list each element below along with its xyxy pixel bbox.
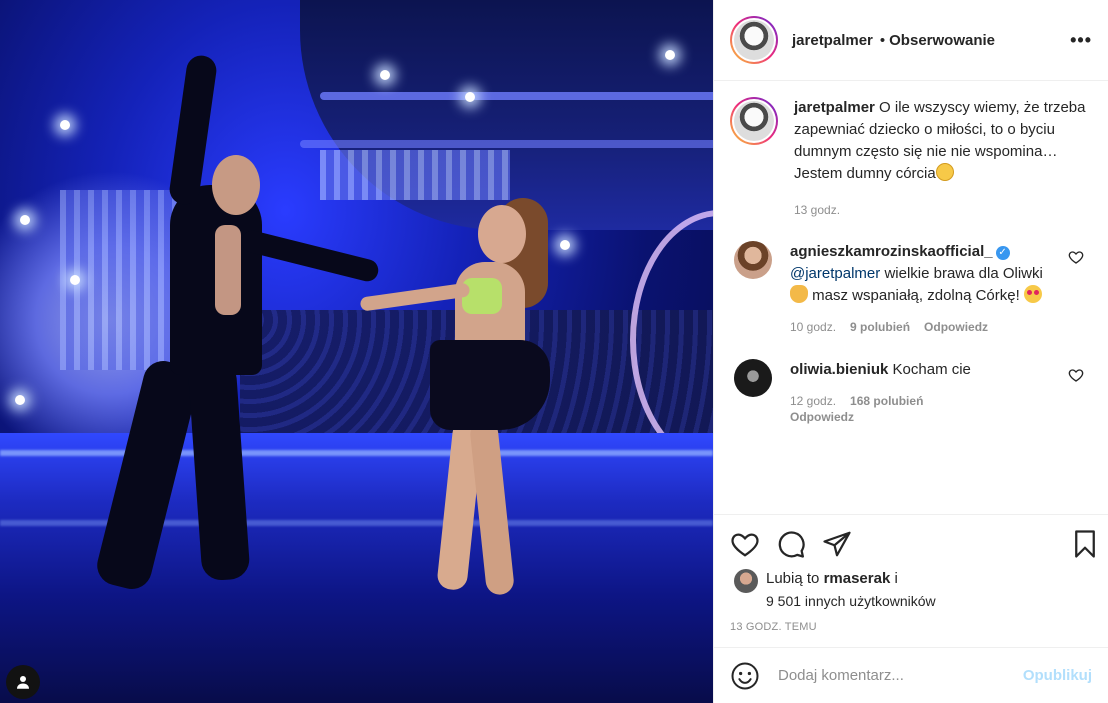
caption-text: jaretpalmer O ile wszyscy wiemy, że trze…	[794, 97, 1092, 185]
stage-light	[380, 70, 390, 80]
post-side-panel: jaretpalmer • Obserwowanie ••• jaretpalm…	[713, 0, 1108, 703]
stage-light	[20, 215, 30, 225]
dancer-man	[212, 155, 260, 215]
comment-body: oliwia.bieniuk Kocham cie 12 godz. 168 p…	[790, 359, 1060, 425]
likes-line: Lubią to rmaserak i	[766, 568, 898, 590]
comment-text: wielkie brawa dla Oliwki	[884, 265, 1043, 282]
comment-username[interactable]: agnieszkamrozinskaofficial_	[790, 243, 993, 260]
likes-count[interactable]: 9 501 innych użytkowników	[766, 593, 1108, 609]
more-options-icon[interactable]: •••	[1070, 30, 1092, 51]
comment-likes[interactable]: 9 polubień	[850, 319, 910, 335]
comment-meta: 12 godz. 168 polubień Odpowiedz	[790, 393, 1060, 425]
caption-body-line2: Jestem dumny córcia	[794, 165, 936, 182]
stage-light	[465, 92, 475, 102]
comment-username[interactable]: oliwia.bieniuk	[790, 361, 888, 378]
add-comment-bar: Opublikuj	[714, 647, 1108, 703]
comment-body: agnieszkamrozinskaofficial_ ✓ @jaretpalme…	[790, 241, 1060, 335]
avatar[interactable]	[730, 16, 778, 64]
instagram-post: jaretpalmer • Obserwowanie ••• jaretpalm…	[0, 0, 1108, 703]
bookmark-icon[interactable]	[1070, 529, 1100, 559]
balcony-rail	[300, 140, 713, 148]
comment-text: masz wspaniałą, zdolną Córkę!	[812, 287, 1020, 304]
dancer-woman	[462, 278, 502, 314]
likes-suffix: i	[894, 570, 898, 587]
stage-light	[560, 240, 570, 250]
heart-eyes-emoji-icon	[1023, 285, 1042, 303]
likes-block: Lubią to rmaserak i 9 501 innych użytkow…	[714, 568, 1108, 633]
likes-prefix: Lubią to	[766, 570, 820, 587]
avatar[interactable]	[734, 241, 772, 279]
header-username[interactable]: jaretpalmer	[792, 32, 873, 49]
floor-light-line	[0, 450, 713, 456]
comment-input[interactable]	[778, 667, 1023, 684]
smile-emoji-icon	[935, 163, 954, 181]
comment-mention[interactable]: @jaretpalmer	[790, 265, 880, 282]
likes-summary: Lubią to rmaserak i	[714, 568, 1108, 593]
stage-light	[70, 275, 80, 285]
dancer-woman	[478, 205, 526, 263]
dancer-man	[167, 53, 219, 207]
like-comment-icon[interactable]	[1068, 249, 1084, 265]
caption: jaretpalmer O ile wszyscy wiemy, że trze…	[730, 97, 1092, 185]
likes-username[interactable]: rmaserak	[824, 570, 891, 587]
heart-icon[interactable]	[730, 529, 760, 559]
avatar[interactable]	[734, 359, 772, 397]
avatar[interactable]	[734, 569, 758, 593]
emoji-icon[interactable]	[730, 661, 760, 691]
comment-time[interactable]: 12 godz.	[790, 393, 836, 409]
comment-text: Kocham cie	[892, 361, 971, 378]
post-photo[interactable]	[0, 0, 713, 703]
dancer-man	[215, 225, 241, 315]
like-comment-icon[interactable]	[1068, 367, 1084, 383]
caption-username[interactable]: jaretpalmer	[794, 99, 875, 116]
comment-likes[interactable]: 168 polubień	[850, 393, 923, 409]
comment-time[interactable]: 10 godz.	[790, 319, 836, 335]
avatar[interactable]	[730, 97, 778, 145]
dancer-woman	[359, 282, 471, 312]
comment-item: oliwia.bieniuk Kocham cie 12 godz. 168 p…	[730, 359, 1092, 425]
follow-button[interactable]: Obserwowanie	[889, 32, 995, 49]
city-backdrop	[320, 150, 510, 200]
balcony-rail	[320, 92, 713, 100]
clap-emoji-icon	[790, 285, 808, 303]
comment-icon[interactable]	[776, 529, 806, 559]
reply-button[interactable]: Odpowiedz	[790, 409, 1060, 425]
share-icon[interactable]	[822, 529, 852, 559]
publish-button[interactable]: Opublikuj	[1023, 667, 1092, 684]
dancer-woman	[430, 340, 550, 430]
user-tag-icon[interactable]	[6, 665, 40, 699]
stage-light	[665, 50, 675, 60]
post-time[interactable]: 13 GODZ. TEMU	[714, 621, 1108, 633]
action-bar	[714, 514, 1108, 572]
stage-light	[15, 395, 25, 405]
separator-dot: •	[879, 31, 886, 49]
comment-item: agnieszkamrozinskaofficial_ ✓ @jaretpalme…	[730, 241, 1092, 335]
comment-meta: 10 godz. 9 polubień Odpowiedz	[790, 319, 1060, 335]
caption-time: 13 godz.	[794, 203, 841, 217]
reply-button[interactable]: Odpowiedz	[924, 319, 988, 335]
stage-light	[60, 120, 70, 130]
verified-badge-icon: ✓	[995, 246, 1010, 260]
post-header: jaretpalmer • Obserwowanie •••	[714, 0, 1108, 81]
